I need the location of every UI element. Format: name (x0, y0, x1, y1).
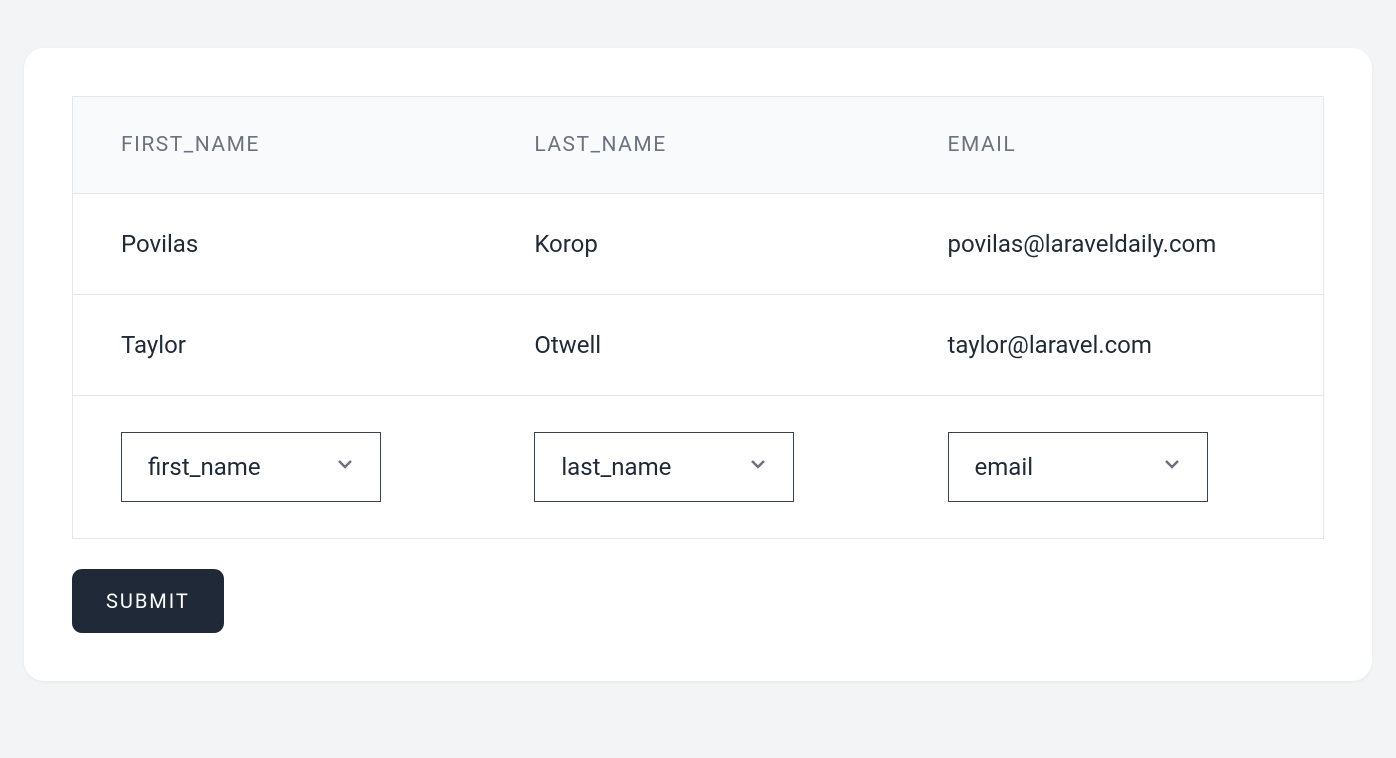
table-header: FIRST_NAME LAST_NAME EMAIL (73, 97, 1324, 194)
cell-select-email: email (900, 396, 1324, 539)
form-card: FIRST_NAME LAST_NAME EMAIL Povilas Korop… (24, 48, 1372, 681)
header-first-name: FIRST_NAME (73, 97, 487, 194)
select-wrapper: email (948, 432, 1208, 502)
cell-last-name: Korop (486, 194, 899, 295)
submit-button[interactable]: SUBMIT (72, 569, 224, 633)
table-body: Povilas Korop povilas@laraveldaily.com T… (73, 194, 1324, 539)
table-row: Taylor Otwell taylor@laravel.com (73, 295, 1324, 396)
header-last-name: LAST_NAME (486, 97, 899, 194)
first-name-select[interactable]: first_name (121, 432, 381, 502)
table-row: Povilas Korop povilas@laraveldaily.com (73, 194, 1324, 295)
cell-last-name: Otwell (486, 295, 899, 396)
cell-select-last-name: last_name (486, 396, 899, 539)
last-name-select[interactable]: last_name (534, 432, 794, 502)
select-wrapper: first_name (121, 432, 381, 502)
table-row-selects: first_name last_name (73, 396, 1324, 539)
select-wrapper: last_name (534, 432, 794, 502)
cell-email: povilas@laraveldaily.com (900, 194, 1324, 295)
cell-first-name: Taylor (73, 295, 487, 396)
cell-select-first-name: first_name (73, 396, 487, 539)
data-table: FIRST_NAME LAST_NAME EMAIL Povilas Korop… (72, 96, 1324, 539)
cell-first-name: Povilas (73, 194, 487, 295)
email-select[interactable]: email (948, 432, 1208, 502)
table-header-row: FIRST_NAME LAST_NAME EMAIL (73, 97, 1324, 194)
cell-email: taylor@laravel.com (900, 295, 1324, 396)
header-email: EMAIL (900, 97, 1324, 194)
